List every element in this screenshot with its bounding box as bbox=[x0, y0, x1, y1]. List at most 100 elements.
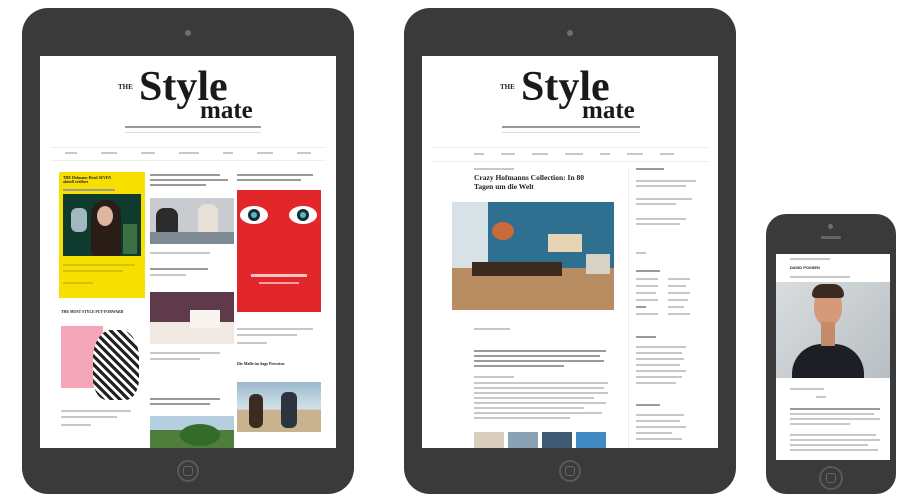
poster-title-bar bbox=[251, 274, 307, 277]
sidebar-line bbox=[636, 198, 692, 200]
nav-item[interactable] bbox=[600, 153, 610, 155]
body-line bbox=[474, 387, 604, 389]
nav-item[interactable] bbox=[101, 152, 117, 154]
text-line bbox=[237, 328, 313, 330]
hypnose-card[interactable] bbox=[237, 172, 321, 322]
body-line bbox=[474, 407, 584, 409]
home-button[interactable] bbox=[177, 460, 199, 482]
sidebar-line bbox=[636, 414, 684, 416]
site-logo[interactable]: THE Style mate bbox=[118, 66, 268, 123]
yellow-feature-card[interactable]: THE Hofmann-Hotel SEVEN aktuell eröffnet bbox=[59, 172, 145, 298]
nav-item[interactable] bbox=[565, 153, 583, 155]
sidebar-line bbox=[668, 313, 690, 315]
caption-line bbox=[474, 328, 510, 330]
body-line bbox=[474, 376, 514, 378]
thumb-photo bbox=[508, 432, 538, 448]
site-logo[interactable]: THE Style mate bbox=[500, 66, 650, 123]
swimsuit-card[interactable]: THE MOST STYLE PUT-FORWARD bbox=[59, 306, 145, 436]
phone-topbar bbox=[790, 258, 830, 260]
photo-shape bbox=[180, 424, 220, 446]
sidebar-line bbox=[636, 218, 686, 220]
sidebar-heading bbox=[636, 404, 660, 406]
nav-item[interactable] bbox=[297, 152, 311, 154]
text-line bbox=[150, 358, 200, 360]
nav-item[interactable] bbox=[474, 153, 484, 155]
nav-item[interactable] bbox=[627, 153, 643, 155]
beach-photo bbox=[237, 382, 321, 432]
article-card[interactable] bbox=[148, 172, 234, 448]
interior-photo bbox=[452, 202, 614, 310]
logo-the: THE bbox=[500, 83, 515, 91]
photo-shape bbox=[792, 344, 864, 378]
sidebar-line bbox=[636, 370, 686, 372]
sidebar-line bbox=[668, 278, 690, 280]
swimsuit-headline: THE MOST STYLE PUT-FORWARD bbox=[61, 310, 124, 314]
sidebar-line bbox=[636, 364, 680, 366]
text-line bbox=[150, 274, 186, 276]
red-poster bbox=[237, 190, 321, 312]
main-nav bbox=[65, 152, 311, 156]
text-block bbox=[237, 328, 321, 358]
lead-line bbox=[474, 365, 564, 367]
nav-item[interactable] bbox=[257, 152, 273, 154]
text-line bbox=[150, 179, 228, 181]
camera-dot bbox=[567, 30, 573, 36]
thumb-photo bbox=[542, 432, 572, 448]
photo-shape bbox=[281, 392, 297, 428]
text-line bbox=[150, 268, 208, 270]
sidebar-line bbox=[636, 278, 658, 280]
text-line bbox=[150, 352, 220, 354]
main-nav bbox=[474, 153, 674, 157]
striped-swimsuit bbox=[93, 330, 139, 400]
sidebar-line bbox=[636, 306, 646, 308]
photo-shape bbox=[71, 208, 87, 232]
phone-line bbox=[790, 423, 850, 425]
body-line bbox=[474, 397, 594, 399]
home-button[interactable] bbox=[559, 460, 581, 482]
nav-item[interactable] bbox=[532, 153, 548, 155]
home-button[interactable] bbox=[819, 466, 843, 490]
nav-item[interactable] bbox=[501, 153, 515, 155]
sidebar-line bbox=[636, 313, 658, 315]
phone-line bbox=[790, 449, 878, 451]
tagline-bar bbox=[125, 132, 261, 133]
feature-headline: THE Hofmann-Hotel SEVEN aktuell eröffnet bbox=[63, 176, 112, 185]
sidebar-line bbox=[636, 438, 682, 440]
text-line bbox=[237, 334, 297, 336]
text-line bbox=[63, 264, 135, 266]
phone-device: DAVID POSSEN bbox=[766, 214, 896, 494]
photo-shape bbox=[97, 206, 113, 226]
ipad-device-left: THE Style mate THE Hofmann-Hotel SEVEN a… bbox=[22, 8, 354, 494]
nav-item[interactable] bbox=[660, 153, 674, 155]
sidebar-line bbox=[636, 432, 672, 434]
phone-speaker bbox=[821, 236, 841, 239]
text-line bbox=[63, 189, 115, 191]
text-line bbox=[63, 270, 123, 272]
text-line bbox=[237, 179, 301, 181]
sidebar-line bbox=[668, 299, 688, 301]
nav-item[interactable] bbox=[65, 152, 77, 154]
nav-rule-bottom bbox=[50, 160, 326, 161]
sidebar-heading bbox=[636, 336, 656, 338]
text-line bbox=[237, 342, 267, 344]
text-line bbox=[61, 416, 117, 418]
logo-underline bbox=[502, 126, 640, 128]
nav-item[interactable] bbox=[179, 152, 199, 154]
text-line bbox=[150, 174, 220, 176]
sidebar-line bbox=[636, 426, 686, 428]
sidebar-line bbox=[636, 352, 682, 354]
pupil-left bbox=[248, 209, 260, 221]
portrait-photo bbox=[63, 194, 141, 256]
nav-item[interactable] bbox=[141, 152, 155, 154]
sidebar-line bbox=[636, 420, 680, 422]
photo-shape bbox=[812, 284, 844, 298]
thumb-photo bbox=[576, 432, 606, 448]
logo-mate: mate bbox=[200, 97, 253, 124]
photo-shape bbox=[586, 254, 610, 274]
article-title: Crazy Hofmanns Collection: In 80 Tagen u… bbox=[474, 173, 584, 191]
beach-headline[interactable]: Die Malle im Sage Provoten bbox=[237, 361, 317, 367]
office-photo bbox=[150, 198, 234, 244]
photo-shape bbox=[190, 310, 220, 328]
logo-underline bbox=[125, 126, 261, 128]
nav-item[interactable] bbox=[223, 152, 233, 154]
